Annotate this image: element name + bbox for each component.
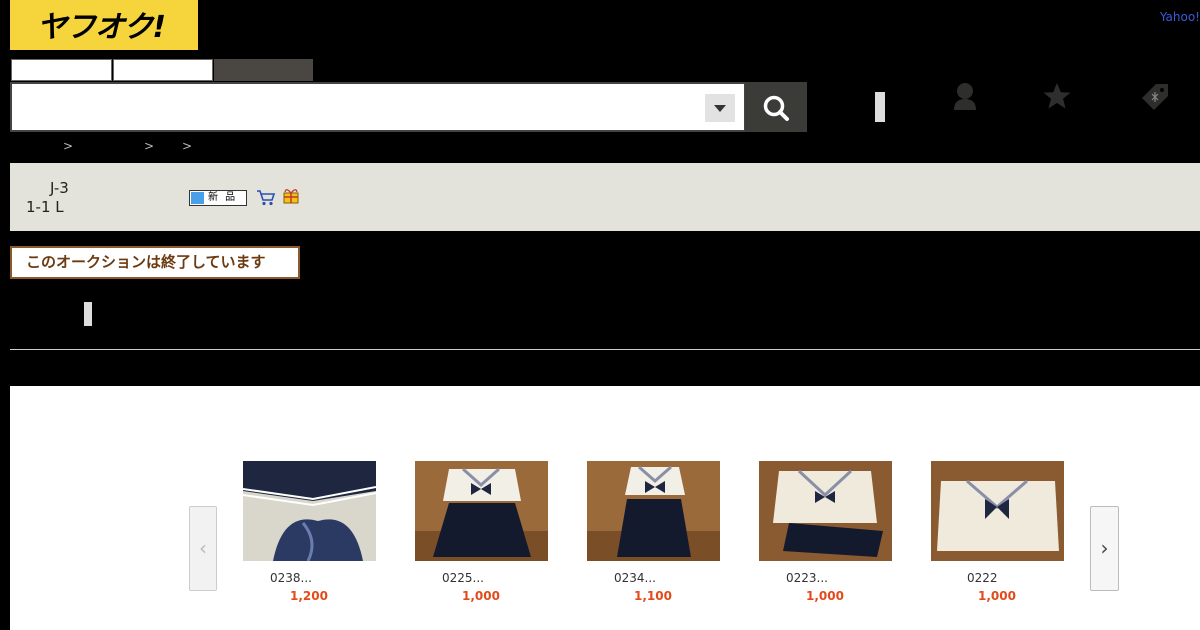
related-item-price: 1,000 <box>806 589 844 603</box>
related-item-card[interactable]: 0223... 1,000 <box>759 461 892 611</box>
badge-new-label: 新 品 <box>208 192 238 203</box>
user-icon[interactable] <box>950 80 980 116</box>
item-thumbnail[interactable] <box>587 461 720 561</box>
related-item-card[interactable]: 0225... 1,000 <box>415 461 548 611</box>
breadcrumb-separator: > <box>144 139 155 153</box>
nav-indicator <box>875 92 885 122</box>
item-thumbnail[interactable] <box>243 461 376 561</box>
cart-icon <box>256 189 276 211</box>
section-divider <box>10 349 1200 350</box>
badge-sparkle-icon <box>191 192 204 204</box>
search-input[interactable] <box>18 90 702 126</box>
search-box <box>10 82 746 132</box>
related-item-price: 1,000 <box>978 589 1016 603</box>
logo-wordmark: ヤフオク! <box>37 10 166 45</box>
related-item-price: 1,100 <box>634 589 672 603</box>
related-item-card[interactable]: 0238... 1,200 <box>243 461 376 611</box>
related-item-title[interactable]: 0225... <box>442 571 484 585</box>
new-item-badge: 新 品 <box>189 190 247 206</box>
related-item-price: 1,200 <box>290 589 328 603</box>
breadcrumb-separator: > <box>182 139 193 153</box>
item-title-line1: J-3 <box>50 179 69 197</box>
search-tab-2[interactable] <box>113 59 213 81</box>
item-thumbnail[interactable] <box>931 461 1064 561</box>
search-button[interactable] <box>745 82 807 132</box>
chevron-right-icon: › <box>1100 536 1109 560</box>
search-icon <box>763 95 789 121</box>
star-icon[interactable] <box>1041 80 1073 116</box>
related-item-title[interactable]: 0222 <box>967 571 998 585</box>
related-item-card[interactable]: 0234... 1,100 <box>587 461 720 611</box>
gift-icon <box>281 186 301 210</box>
related-item-title[interactable]: 0234... <box>614 571 656 585</box>
search-tab-1[interactable] <box>11 59 112 81</box>
related-item-card[interactable]: 0222 1,000 <box>931 461 1064 611</box>
item-thumbnail[interactable] <box>759 461 892 561</box>
breadcrumb-separator: > <box>63 139 74 153</box>
search-tab-3[interactable] <box>214 59 313 81</box>
carousel-prev-button[interactable]: ‹ <box>189 506 217 591</box>
yahoo-top-link[interactable]: Yahoo! <box>1160 10 1200 24</box>
tag-icon[interactable] <box>1138 80 1174 116</box>
carousel-next-button[interactable]: › <box>1090 506 1119 591</box>
auction-ended-notice: このオークションは終了しています <box>10 246 300 279</box>
image-indicator <box>84 302 92 326</box>
item-title-line2: 1-1 L <box>26 198 64 216</box>
chevron-left-icon: ‹ <box>199 536 207 560</box>
related-item-title[interactable]: 0238... <box>270 571 312 585</box>
category-dropdown[interactable] <box>705 94 735 122</box>
related-item-price: 1,000 <box>462 589 500 603</box>
related-item-title[interactable]: 0223... <box>786 571 828 585</box>
svg-text:ヤフオク!: ヤフオク! <box>37 10 165 45</box>
yahuoku-logo[interactable]: ヤフオク! <box>10 0 198 50</box>
item-thumbnail[interactable] <box>415 461 548 561</box>
